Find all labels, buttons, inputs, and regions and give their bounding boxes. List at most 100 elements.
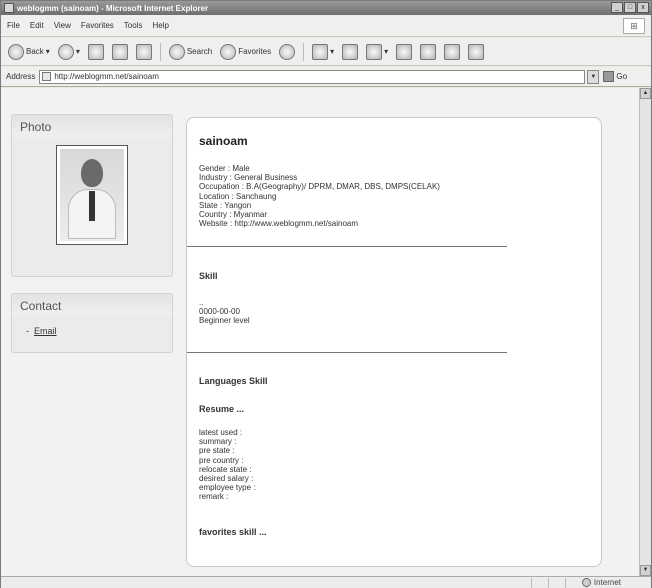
- photo-head: [81, 159, 103, 187]
- research-icon: [420, 43, 437, 60]
- ie-icon: [4, 3, 14, 13]
- forward-arrow-icon: [57, 43, 74, 60]
- minimize-button[interactable]: _: [611, 2, 623, 13]
- address-input[interactable]: http://weblogmm.net/sainoam: [39, 69, 586, 84]
- refresh-button[interactable]: [110, 42, 130, 62]
- back-button[interactable]: Back ▾: [6, 42, 52, 62]
- window-title: weblogmm (sainoam) - Microsoft Internet …: [17, 3, 209, 13]
- bluetooth-button[interactable]: [466, 42, 486, 62]
- chevron-down-icon: ▾: [45, 47, 50, 56]
- windows-logo-icon: ⊞: [623, 18, 645, 34]
- skill-level: Beginner level: [199, 316, 250, 325]
- resume-latest-used: latest used :: [199, 428, 243, 437]
- photo-panel-title: Photo: [12, 115, 172, 137]
- address-url: http://weblogmm.net/sainoam: [54, 72, 159, 81]
- toolbar-divider: [303, 42, 305, 61]
- bullet: -: [26, 326, 29, 336]
- detail-country: Country : Myanmar: [199, 210, 268, 220]
- menu-view[interactable]: View: [54, 21, 71, 30]
- chevron-down-icon: ▾: [75, 47, 80, 56]
- search-label: Search: [186, 47, 213, 56]
- contact-panel-title: Contact: [12, 294, 172, 316]
- detail-occupation: Occupation : B.A(Geography)/ DPRM, DMAR,…: [199, 182, 440, 192]
- history-icon: [279, 43, 296, 60]
- profile-photo: [60, 149, 124, 241]
- profile-photo-frame: [56, 145, 128, 245]
- profile-details: Gender : Male Industry : General Busines…: [199, 164, 440, 228]
- menu-tools[interactable]: Tools: [124, 21, 143, 30]
- scroll-up-button[interactable]: ▲: [640, 88, 651, 99]
- status-panel: [564, 577, 579, 588]
- bluetooth-icon: [468, 43, 485, 60]
- messenger-icon: [444, 43, 461, 60]
- edit-icon: [366, 43, 383, 60]
- resume-pre-state: pre state :: [199, 446, 235, 456]
- research-button[interactable]: [418, 42, 438, 62]
- menu-help[interactable]: Help: [152, 21, 168, 30]
- section-divider: [187, 246, 507, 247]
- detail-gender: Gender : Male: [199, 164, 250, 173]
- menu-edit[interactable]: Edit: [30, 21, 44, 30]
- favorites-button[interactable]: Favorites: [218, 42, 273, 62]
- window-controls: _ □ x: [611, 2, 649, 13]
- resume-employee-type: employee type :: [199, 483, 256, 493]
- menu-favorites[interactable]: Favorites: [81, 21, 114, 30]
- languages-skill-title: Languages Skill: [199, 376, 268, 386]
- mail-button[interactable]: ▾: [310, 42, 336, 62]
- skill-title: Skill: [199, 271, 218, 281]
- resume-relocate-state: relocate state :: [199, 464, 252, 474]
- contact-panel: Contact - Email: [11, 293, 173, 353]
- resume-fields: latest used : summary : pre state : pre …: [199, 428, 255, 502]
- messenger-button[interactable]: [442, 42, 462, 62]
- scroll-down-button[interactable]: ▼: [640, 565, 651, 576]
- browser-window: weblogmm (sainoam) - Microsoft Internet …: [0, 0, 652, 588]
- menu-file[interactable]: File: [7, 21, 20, 30]
- resume-remark: remark :: [199, 492, 229, 502]
- toolbar: Back ▾ ▾ Search Favorites ▾ ▾: [1, 38, 651, 66]
- photo-tie: [89, 191, 95, 221]
- discuss-icon: [396, 43, 413, 60]
- favorites-label: Favorites: [238, 47, 272, 56]
- stop-button[interactable]: [86, 42, 106, 62]
- status-panel: [530, 577, 545, 588]
- contact-email-item: - Email: [26, 326, 57, 336]
- chevron-down-icon: ▾: [384, 47, 389, 56]
- print-icon: [342, 43, 359, 60]
- detail-location: Location : Sanchaung: [199, 191, 277, 201]
- resume-desired-salary: desired salary :: [199, 474, 254, 484]
- address-bar: Address http://weblogmm.net/sainoam ▼ Go: [1, 67, 651, 87]
- go-label: Go: [616, 72, 628, 81]
- profile-name: sainoam: [199, 134, 248, 148]
- back-label: Back: [26, 47, 44, 56]
- refresh-icon: [111, 43, 128, 60]
- resume-summary: summary :: [199, 437, 237, 447]
- email-link[interactable]: Email: [34, 326, 57, 336]
- security-zone: Internet: [593, 578, 621, 587]
- photo-panel: Photo: [11, 114, 173, 277]
- address-dropdown-button[interactable]: ▼: [587, 69, 600, 84]
- skill-line: ..: [199, 298, 204, 307]
- edit-button[interactable]: ▾: [364, 42, 390, 62]
- close-button[interactable]: x: [637, 2, 649, 13]
- history-button[interactable]: [277, 42, 297, 62]
- toolbar-divider: [159, 42, 161, 61]
- home-button[interactable]: [134, 42, 154, 62]
- go-button[interactable]: Go: [603, 71, 627, 82]
- detail-industry: Industry : General Business: [199, 173, 298, 183]
- forward-button[interactable]: ▾: [56, 42, 82, 62]
- detail-website[interactable]: Website : http://www.weblogmm.net/sainoa…: [199, 219, 440, 228]
- chevron-down-icon: ▾: [330, 47, 335, 56]
- back-arrow-icon: [8, 43, 24, 60]
- address-label: Address: [6, 72, 36, 81]
- skill-date: 0000-00-00: [199, 307, 240, 316]
- search-button[interactable]: Search: [167, 42, 214, 62]
- title-bar: weblogmm (sainoam) - Microsoft Internet …: [1, 1, 651, 15]
- search-icon: [168, 43, 185, 60]
- maximize-button[interactable]: □: [624, 2, 636, 13]
- vertical-scrollbar[interactable]: ▲ ▼: [639, 88, 651, 576]
- discuss-button[interactable]: [394, 42, 414, 62]
- menu-bar: File Edit View Favorites Tools Help ⊞: [1, 15, 651, 37]
- resume-title: Resume ...: [199, 404, 245, 414]
- print-button[interactable]: [340, 42, 360, 62]
- stop-icon: [87, 43, 104, 60]
